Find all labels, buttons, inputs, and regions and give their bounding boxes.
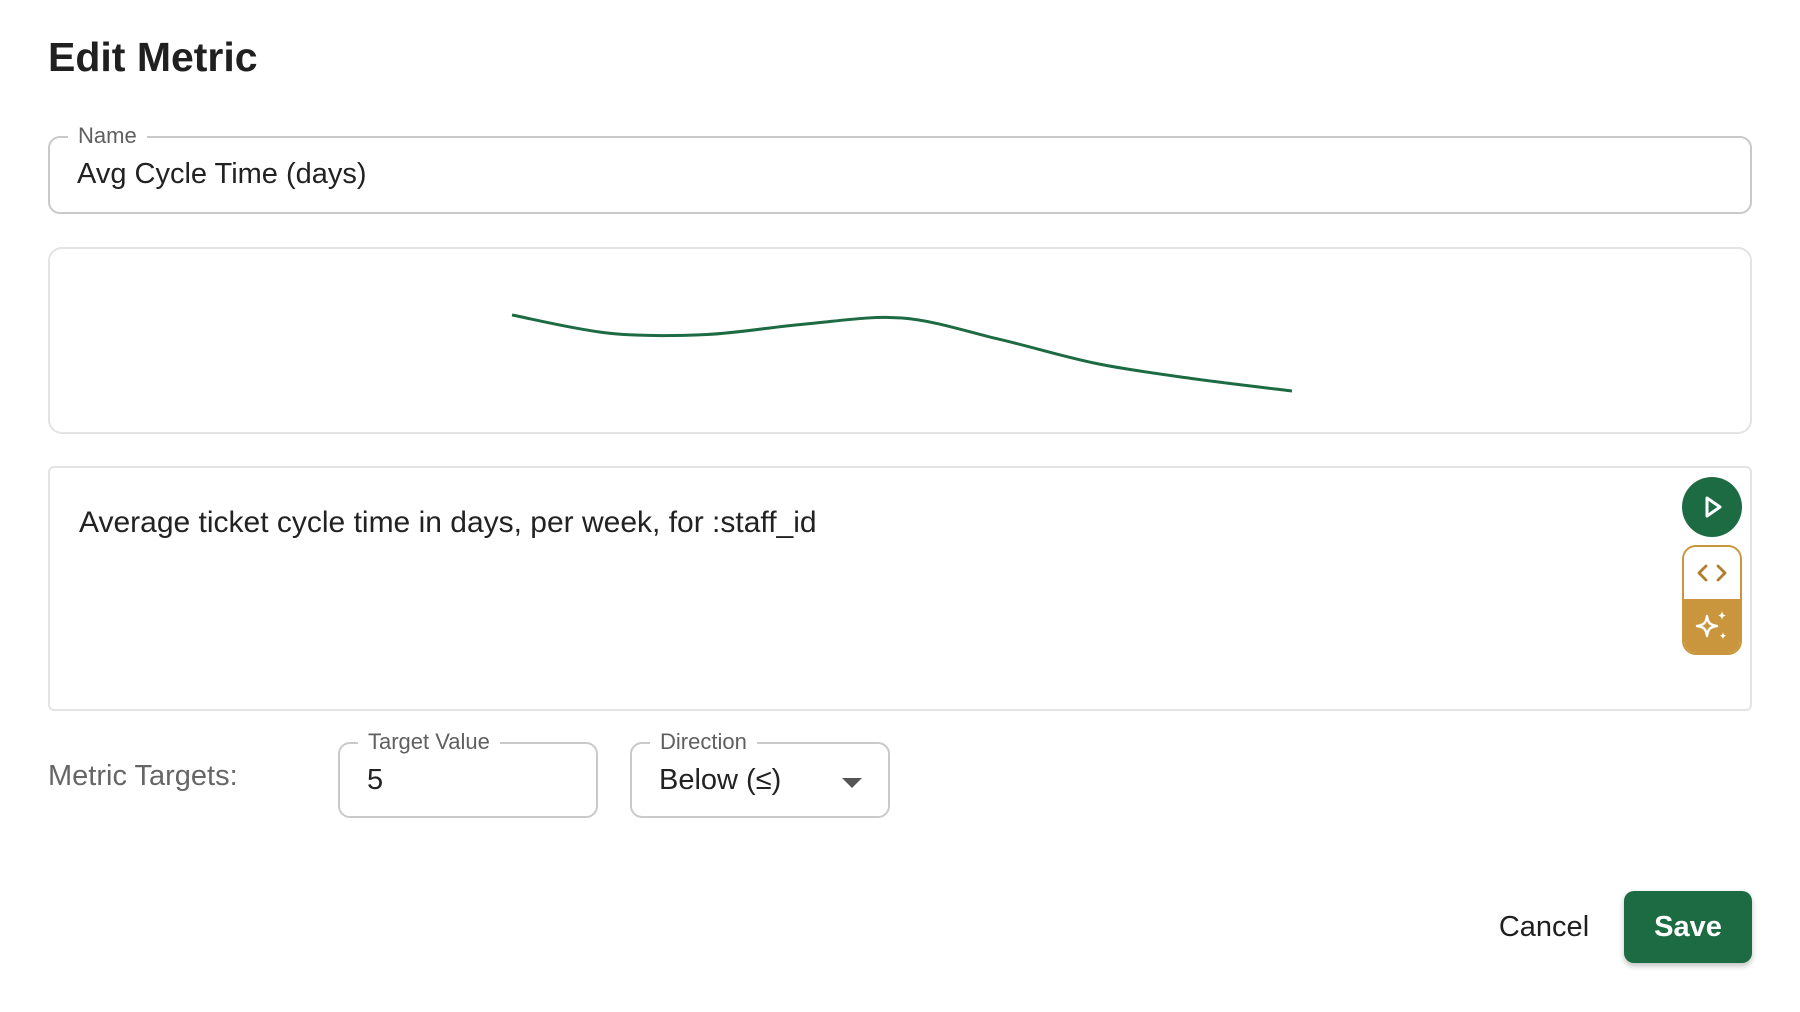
direction-value: Below (≤) (659, 764, 782, 796)
query-editor[interactable]: Average ticket cycle time in days, per w… (48, 466, 1752, 711)
sparkles-icon (1695, 611, 1727, 640)
code-mode-button[interactable] (1684, 547, 1740, 599)
sparkline-series (511, 313, 1293, 393)
sparkline-svg (511, 313, 1293, 393)
editor-mode-toggle (1682, 545, 1742, 655)
code-icon (1697, 564, 1727, 582)
query-text[interactable]: Average ticket cycle time in days, per w… (79, 506, 817, 540)
name-input[interactable]: Avg Cycle Time (days) (77, 158, 367, 191)
target-value-input[interactable]: 5 (367, 764, 383, 797)
save-button[interactable]: Save (1624, 891, 1752, 963)
metric-preview-chart (48, 247, 1752, 434)
metric-targets-label: Metric Targets: (48, 760, 238, 792)
cancel-button[interactable]: Cancel (1480, 891, 1608, 963)
edit-metric-dialog: Edit Metric Name Avg Cycle Time (days) A… (0, 0, 1800, 1012)
name-field[interactable]: Name Avg Cycle Time (days) (48, 123, 1752, 214)
target-value-label: Target Value (358, 729, 500, 755)
chevron-down-icon (842, 778, 862, 788)
run-query-button[interactable] (1682, 477, 1742, 537)
ai-mode-button[interactable] (1684, 599, 1740, 653)
dialog-title: Edit Metric (48, 34, 258, 80)
play-icon (1705, 496, 1722, 518)
direction-label: Direction (650, 729, 757, 755)
direction-select[interactable]: Direction Below (≤) (630, 729, 890, 818)
target-value-field[interactable]: Target Value 5 (338, 729, 598, 818)
name-field-label: Name (68, 123, 147, 149)
